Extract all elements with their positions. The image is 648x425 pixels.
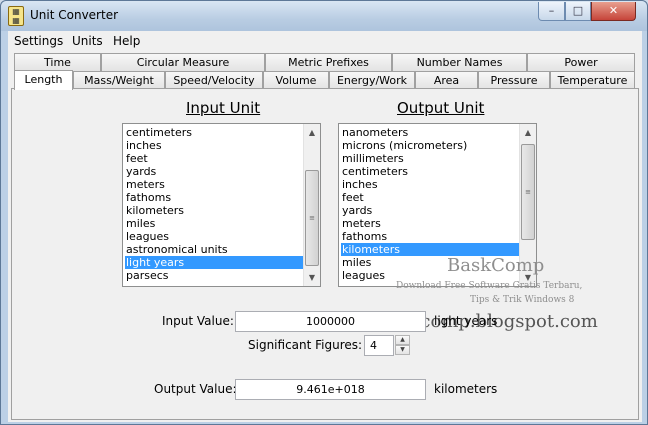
scroll-up-arrow-icon[interactable]: ▲: [520, 124, 536, 141]
list-item[interactable]: yards: [341, 204, 372, 217]
list-item[interactable]: parsecs: [125, 269, 169, 282]
input-unit-list[interactable]: centimeters inches feet yards meters fat…: [122, 123, 321, 287]
tab-metric-prefixes[interactable]: Metric Prefixes: [265, 53, 392, 71]
list-item[interactable]: fathoms: [341, 230, 387, 243]
significant-figures-stepper[interactable]: ▲ ▼: [395, 335, 410, 356]
scroll-up-arrow-icon[interactable]: ▲: [304, 124, 320, 141]
input-value-field[interactable]: 1000000: [235, 311, 426, 332]
list-item-selected[interactable]: light years: [125, 256, 303, 269]
list-item[interactable]: kilometers: [125, 204, 184, 217]
tab-page-length: Input Unit Output Unit centimeters inche…: [11, 88, 639, 420]
tab-area[interactable]: Area: [415, 71, 478, 89]
output-unit-heading: Output Unit: [397, 99, 485, 117]
list-item[interactable]: centimeters: [341, 165, 408, 178]
list-item[interactable]: feet: [125, 152, 148, 165]
input-list-scrollbar[interactable]: ▲ ≡ ▼: [303, 124, 320, 286]
list-item[interactable]: miles: [341, 256, 371, 269]
list-item[interactable]: fathoms: [125, 191, 171, 204]
list-item[interactable]: miles: [125, 217, 155, 230]
output-value-label: Output Value:: [154, 382, 237, 396]
scroll-down-arrow-icon[interactable]: ▼: [304, 269, 320, 286]
list-item[interactable]: meters: [125, 178, 165, 191]
scroll-thumb[interactable]: ≡: [521, 144, 535, 240]
title-bar[interactable]: ▦ ▦ Unit Converter – □ ✕: [1, 1, 647, 31]
scroll-thumb[interactable]: ≡: [305, 170, 319, 266]
tab-volume[interactable]: Volume: [263, 71, 329, 89]
list-item[interactable]: leagues: [341, 269, 385, 282]
input-unit-name: light years: [434, 314, 498, 328]
stepper-down-icon[interactable]: ▼: [395, 345, 410, 355]
app-window: ▦ ▦ Unit Converter – □ ✕ Settings Units H…: [0, 0, 648, 425]
watermark-brand: BaskComp: [447, 255, 545, 276]
menu-settings[interactable]: Settings: [14, 34, 63, 48]
significant-figures-label: Significant Figures:: [248, 338, 363, 352]
tab-power[interactable]: Power: [527, 53, 635, 71]
input-unit-heading: Input Unit: [186, 99, 261, 117]
tab-length[interactable]: Length: [14, 70, 73, 90]
watermark-tagline: Download Free Software Gratis Terbaru,: [396, 281, 583, 291]
minimize-button[interactable]: –: [538, 2, 565, 21]
tab-circular-measure[interactable]: Circular Measure: [101, 53, 265, 71]
input-value-label: Input Value:: [162, 314, 234, 328]
list-item[interactable]: feet: [341, 191, 364, 204]
stepper-up-icon[interactable]: ▲: [395, 335, 410, 345]
list-item[interactable]: inches: [341, 178, 378, 191]
client-area: Settings Units Help Time Circular Measur…: [8, 31, 642, 422]
list-item[interactable]: leagues: [125, 230, 169, 243]
app-calculator-icon: ▦ ▦: [8, 6, 24, 26]
list-item[interactable]: millimeters: [341, 152, 404, 165]
close-button[interactable]: ✕: [591, 2, 636, 21]
tab-temperature[interactable]: Temperature: [550, 71, 635, 89]
significant-figures-field[interactable]: 4: [364, 335, 394, 356]
tab-energy-work[interactable]: Energy/Work: [329, 71, 415, 89]
watermark-tagline: Tips & Trik Windows 8: [470, 295, 575, 305]
list-item[interactable]: meters: [341, 217, 381, 230]
list-item[interactable]: nanometers: [341, 126, 408, 139]
tab-pressure[interactable]: Pressure: [478, 71, 550, 89]
list-item[interactable]: astronomical units: [125, 243, 228, 256]
menu-help[interactable]: Help: [113, 34, 140, 48]
list-item[interactable]: microns (micrometers): [341, 139, 467, 152]
window-title: Unit Converter: [30, 8, 119, 22]
list-item[interactable]: centimeters: [125, 126, 192, 139]
list-item[interactable]: yards: [125, 165, 156, 178]
list-item[interactable]: inches: [125, 139, 162, 152]
tab-time[interactable]: Time: [14, 53, 101, 71]
output-value-field[interactable]: 9.461e+018: [235, 379, 426, 400]
tab-speed-velocity[interactable]: Speed/Velocity: [165, 71, 263, 89]
menu-bar: Settings Units Help: [8, 31, 642, 50]
maximize-button[interactable]: □: [565, 2, 591, 21]
tab-mass-weight[interactable]: Mass/Weight: [73, 71, 165, 89]
tab-number-names[interactable]: Number Names: [392, 53, 527, 71]
output-unit-name: kilometers: [434, 382, 498, 396]
menu-units[interactable]: Units: [72, 34, 103, 48]
